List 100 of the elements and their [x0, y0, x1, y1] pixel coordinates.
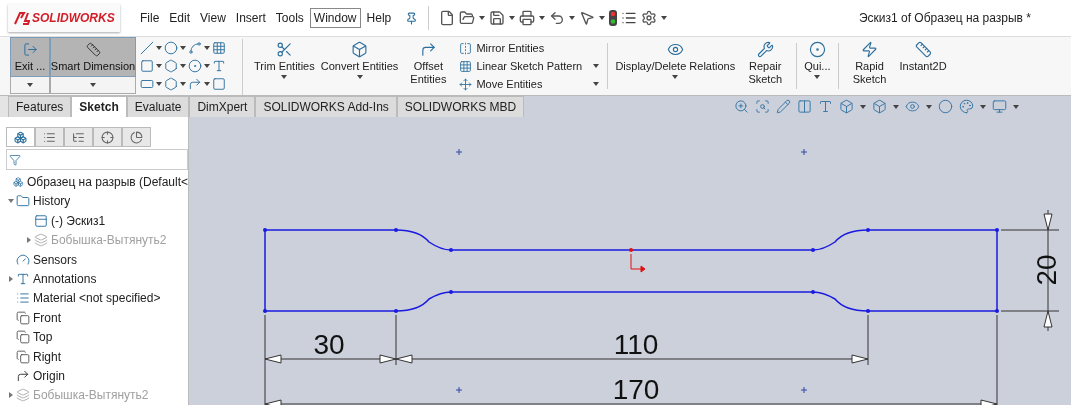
feature-tree-icon[interactable] [6, 127, 35, 147]
polygon-icon[interactable] [164, 77, 178, 91]
caret-icon[interactable] [180, 64, 186, 68]
caret-icon[interactable] [180, 82, 186, 86]
caret-icon[interactable] [860, 104, 867, 109]
caret-icon[interactable] [156, 46, 162, 50]
slot-icon[interactable] [140, 77, 154, 91]
tree-item[interactable]: Origin [33, 369, 65, 383]
zoom-icon[interactable] [734, 99, 750, 114]
filter-field[interactable] [6, 149, 188, 171]
caret-icon[interactable] [893, 104, 900, 109]
caret-icon[interactable] [204, 82, 210, 86]
caret-icon[interactable] [180, 46, 186, 50]
lightning-icon[interactable] [861, 41, 878, 58]
open-folder-icon[interactable] [459, 10, 476, 26]
ribbon-button[interactable]: Smart Dimension [50, 37, 136, 77]
caret-icon[interactable] [672, 75, 679, 79]
menu-item[interactable]: Insert [231, 8, 270, 28]
caret-icon[interactable] [27, 83, 33, 87]
caret-icon[interactable] [509, 16, 516, 20]
caret-icon[interactable] [156, 82, 162, 86]
move-icon[interactable] [459, 77, 473, 91]
caret-icon[interactable] [569, 16, 576, 20]
caret-icon[interactable] [980, 104, 987, 109]
mirror-icon[interactable] [459, 41, 473, 55]
dimension-value[interactable]: 20 [1031, 254, 1062, 286]
ribbon-button[interactable]: Rapid Sketch [842, 37, 897, 95]
command-tab[interactable]: Features [8, 96, 72, 117]
exit-icon[interactable] [22, 42, 38, 57]
command-tab[interactable]: Evaluate [126, 96, 190, 117]
pin-icon[interactable] [405, 11, 419, 25]
printer-icon[interactable] [519, 10, 536, 26]
ribbon-button[interactable]: Offset Entities [401, 37, 456, 95]
caret-icon[interactable] [356, 75, 363, 79]
caret-icon[interactable] [1013, 104, 1020, 109]
tree-item[interactable]: Annotations [33, 272, 97, 287]
caret-icon[interactable] [599, 16, 606, 20]
ribbon-button[interactable]: Repair Sketch [738, 37, 793, 95]
command-tab[interactable]: SOLIDWORKS Add-Ins [255, 96, 397, 117]
dimension-icon[interactable] [85, 42, 101, 57]
circle-icon[interactable] [164, 41, 178, 55]
caret-icon[interactable] [204, 64, 210, 68]
caret-icon[interactable] [593, 82, 600, 86]
filter-icon[interactable] [9, 153, 21, 166]
target-icon[interactable] [808, 41, 826, 58]
ribbon-button[interactable]: Mirror Entities [459, 41, 545, 55]
ribbon-button[interactable]: Linear Sketch Pattern [459, 59, 583, 73]
menu-item[interactable]: File [136, 8, 164, 28]
dimension-value[interactable]: 170 [612, 374, 660, 405]
caret-icon[interactable] [539, 16, 546, 20]
tree-item[interactable]: Sensors [33, 252, 78, 267]
pattern-icon[interactable] [459, 59, 473, 73]
settings-icon[interactable] [641, 10, 658, 26]
menu-item[interactable]: Tools [271, 8, 308, 28]
dimension-value[interactable]: 30 [313, 329, 345, 360]
new-file-icon[interactable] [439, 10, 456, 26]
grid-icon[interactable] [212, 41, 226, 55]
tree-item[interactable]: (-) Эскиз1 [51, 213, 106, 228]
caret-icon[interactable] [281, 75, 288, 79]
caret-icon[interactable] [926, 104, 933, 109]
caret-icon[interactable] [156, 64, 162, 68]
ribbon-button[interactable]: Exit ... [10, 37, 50, 77]
caret-icon[interactable] [661, 16, 668, 20]
menu-item[interactable]: View [196, 8, 230, 28]
command-tab[interactable]: SOLIDWORKS MBD [396, 96, 525, 117]
ribbon-button[interactable]: Instant2D [896, 37, 950, 95]
ribbon-button[interactable]: Trim Entities [251, 37, 318, 95]
wrench-icon[interactable] [756, 41, 774, 58]
ribbon-button[interactable]: Display/Delete Relations [612, 37, 739, 95]
ribbon-button[interactable]: Qui... [801, 37, 834, 95]
undo-icon[interactable] [549, 10, 566, 26]
tree-item[interactable]: Front [33, 310, 61, 325]
menu-item[interactable]: Help [362, 8, 396, 28]
traffic-light-icon[interactable] [609, 10, 618, 26]
tree-item[interactable]: Образец на разрыв (Default< [26, 175, 188, 190]
menu-item[interactable]: Edit [165, 8, 195, 28]
expander-icon[interactable] [8, 276, 14, 283]
caret-icon[interactable] [593, 64, 600, 68]
tree-item[interactable]: Top [33, 330, 53, 345]
cube-icon[interactable] [351, 41, 369, 58]
line-icon[interactable] [140, 41, 154, 55]
trim-icon[interactable] [275, 41, 293, 58]
options-list-icon[interactable] [621, 10, 638, 26]
save-icon[interactable] [489, 10, 506, 26]
ribbon-button[interactable]: Convert Entities [317, 37, 402, 95]
menu-item[interactable]: Window [309, 8, 361, 28]
caret-icon[interactable] [479, 16, 486, 20]
pointer-icon[interactable] [579, 10, 596, 26]
dimension-value[interactable]: 110 [613, 329, 659, 360]
command-tab[interactable]: DimXpert [189, 96, 256, 117]
expander-icon[interactable] [8, 198, 14, 205]
caret-icon[interactable] [204, 46, 210, 50]
caret-icon[interactable] [90, 83, 96, 87]
tree-item[interactable]: Material <not specified> [33, 291, 161, 306]
command-tab[interactable]: Sketch [71, 96, 127, 117]
sketch-profile[interactable] [263, 228, 999, 313]
tree-item[interactable]: History [33, 194, 71, 209]
ruler-icon[interactable] [914, 41, 932, 58]
monitor-icon[interactable] [992, 99, 1008, 114]
ribbon-button[interactable]: Move Entities [459, 77, 543, 91]
